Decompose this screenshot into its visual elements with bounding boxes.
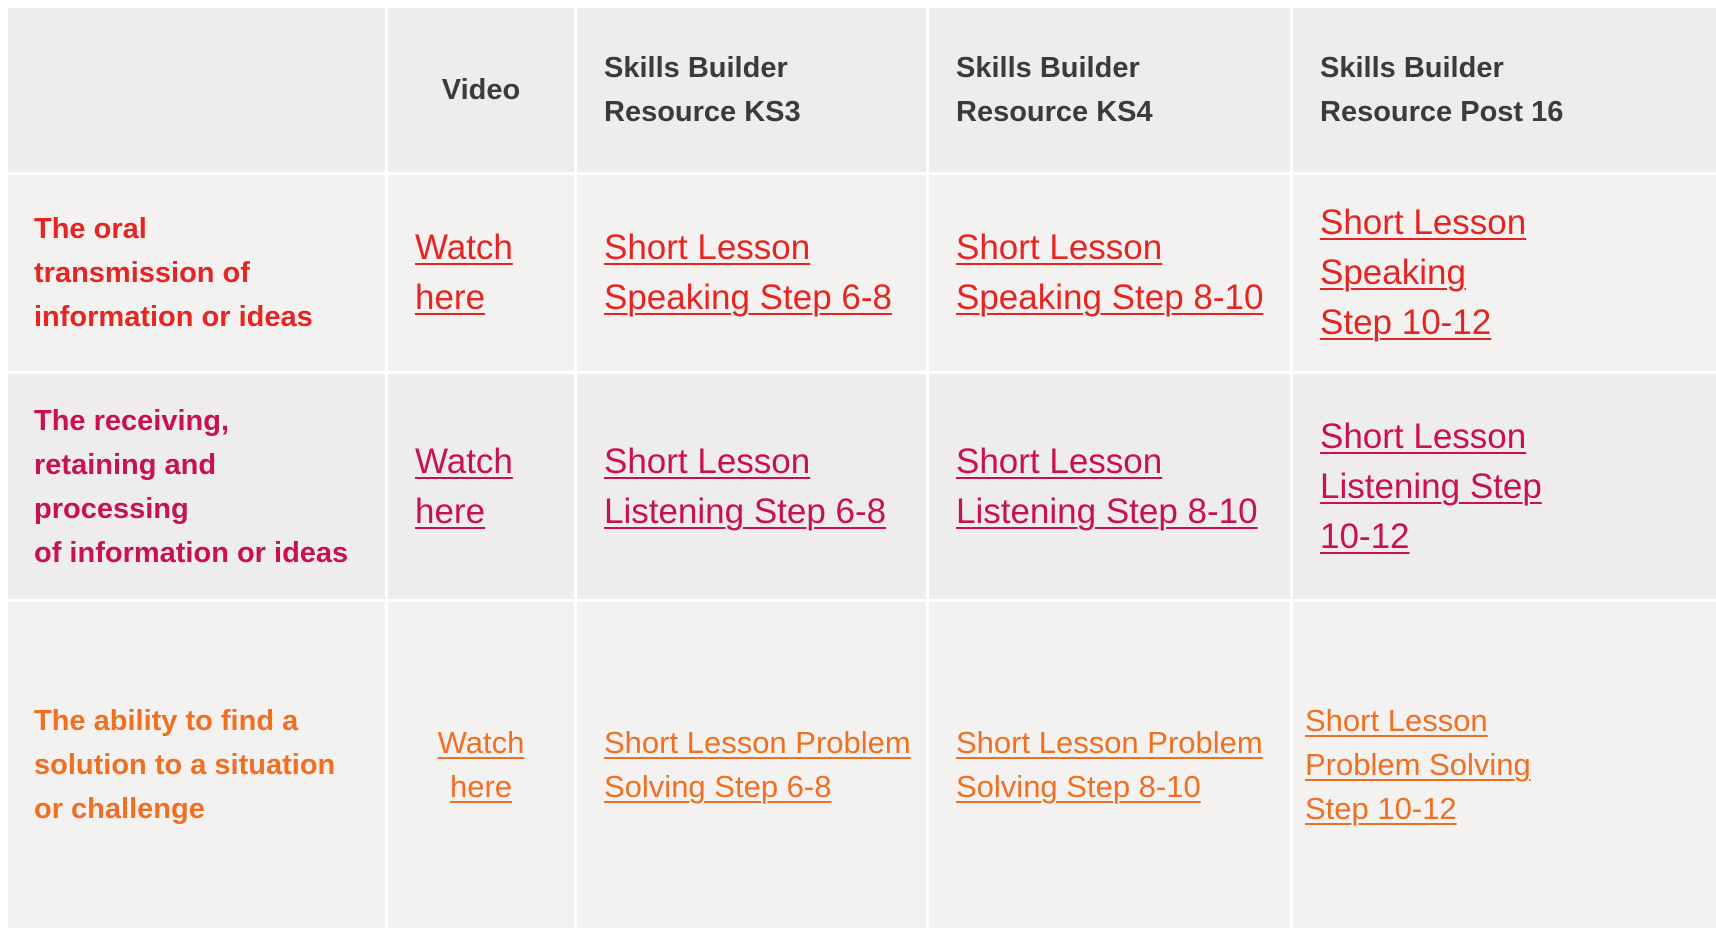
row-label-cell: The ability to find a solution to a situ… [8, 602, 385, 928]
row-label-listening: The receiving, retaining and processing … [34, 404, 349, 569]
ks3-cell: Short Lesson Speaking Step 6-8 [577, 175, 926, 371]
post16-speaking-link[interactable]: Short Lesson Speaking Step 10-12 [1320, 198, 1526, 348]
ks4-cell: Short Lesson Speaking Step 8-10 [929, 175, 1290, 371]
watch-here-link-problem-solving[interactable]: Watch here [438, 721, 525, 809]
ks3-cell: Short Lesson Problem Solving Step 6-8 [577, 602, 926, 928]
post16-problem-solving-link[interactable]: Short Lesson Problem Solving Step 10-12 [1305, 699, 1531, 831]
ks3-speaking-link[interactable]: Short Lesson Speaking Step 6-8 [604, 223, 892, 323]
watch-here-link-listening[interactable]: Watch here [415, 437, 513, 537]
post16-cell: Short Lesson Listening Step 10-12 [1293, 374, 1716, 599]
header-ks3: Skills Builder Resource KS3 [604, 52, 801, 128]
row-label-problem-solving: The ability to find a solution to a situ… [34, 705, 336, 825]
post16-cell: Short Lesson Problem Solving Step 10-12 [1293, 602, 1716, 928]
ks4-problem-solving-link[interactable]: Short Lesson Problem Solving Step 8-10 [956, 721, 1263, 809]
header-post16: Skills Builder Resource Post 16 [1320, 52, 1564, 128]
ks4-listening-link[interactable]: Short Lesson Listening Step 8-10 [956, 437, 1258, 537]
header-ks4-cell: Skills Builder Resource KS4 [929, 8, 1290, 172]
ks4-cell: Short Lesson Listening Step 8-10 [929, 374, 1290, 599]
video-cell: Watch here [388, 175, 574, 371]
ks4-speaking-link[interactable]: Short Lesson Speaking Step 8-10 [956, 223, 1263, 323]
header-video-cell: Video [388, 8, 574, 172]
row-label-cell: The oral transmission of information or … [8, 175, 385, 371]
ks3-listening-link[interactable]: Short Lesson Listening Step 6-8 [604, 437, 886, 537]
ks3-problem-solving-link[interactable]: Short Lesson Problem Solving Step 6-8 [604, 721, 911, 809]
ks4-cell: Short Lesson Problem Solving Step 8-10 [929, 602, 1290, 928]
row-label-cell: The receiving, retaining and processing … [8, 374, 385, 599]
video-cell: Watch here [388, 374, 574, 599]
header-post16-cell: Skills Builder Resource Post 16 [1293, 8, 1716, 172]
header-corner-cell [8, 8, 385, 172]
post16-cell: Short Lesson Speaking Step 10-12 [1293, 175, 1716, 371]
row-label-speaking: The oral transmission of information or … [34, 213, 313, 333]
header-video: Video [441, 74, 521, 106]
skills-resource-table: Video Skills Builder Resource KS3 Skills… [8, 8, 1716, 928]
header-ks4: Skills Builder Resource KS4 [956, 52, 1153, 128]
header-ks3-cell: Skills Builder Resource KS3 [577, 8, 926, 172]
ks3-cell: Short Lesson Listening Step 6-8 [577, 374, 926, 599]
post16-listening-link[interactable]: Short Lesson Listening Step 10-12 [1320, 412, 1542, 562]
watch-here-link-speaking[interactable]: Watch here [415, 223, 513, 323]
video-cell: Watch here [388, 602, 574, 928]
